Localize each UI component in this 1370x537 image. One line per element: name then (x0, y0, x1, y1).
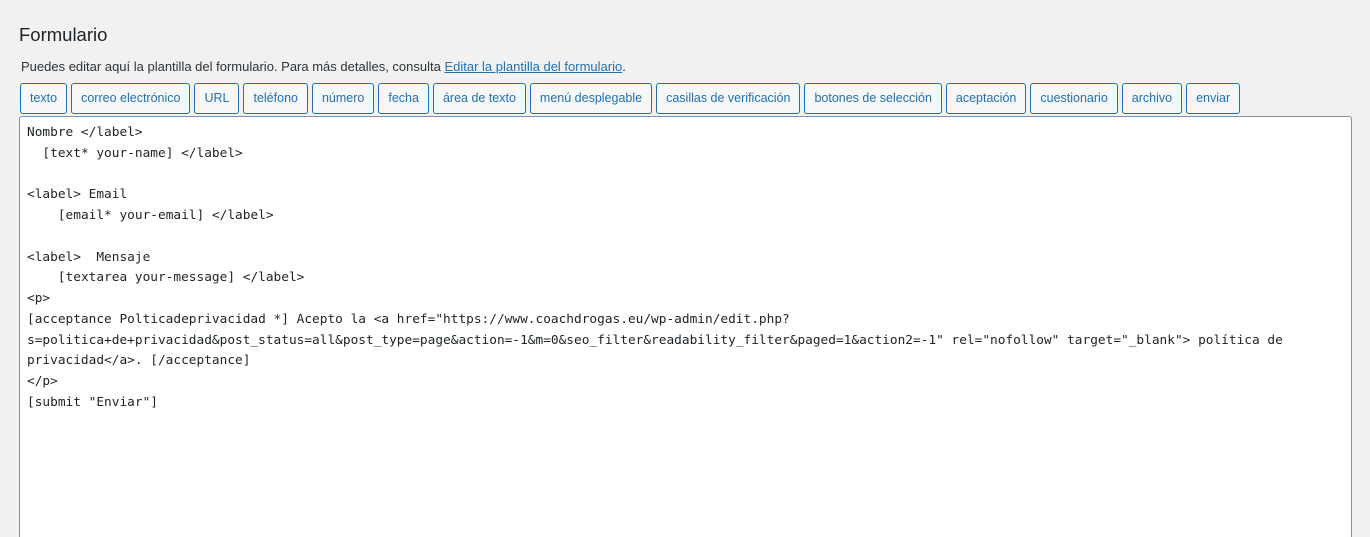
tag-button-date[interactable]: fecha (378, 83, 429, 114)
tag-button-checkboxes[interactable]: casillas de verificación (656, 83, 801, 114)
tag-button-email[interactable]: correo electrónico (71, 83, 191, 114)
description-suffix: . (622, 59, 626, 74)
description-text: Puedes editar aquí la plantilla del form… (21, 59, 445, 74)
tag-button-quiz[interactable]: cuestionario (1030, 83, 1118, 114)
tag-button-textarea[interactable]: área de texto (432, 83, 526, 114)
tag-generator-toolbar: texto correo electrónico URL teléfono nú… (20, 83, 1241, 114)
form-template-panel: Formulario Puedes editar aquí la plantil… (0, 0, 1370, 537)
tag-button-dropdown[interactable]: menú desplegable (529, 83, 653, 114)
panel-title: Formulario (19, 24, 108, 45)
tag-button-radio[interactable]: botones de selección (804, 83, 942, 114)
tag-button-tel[interactable]: teléfono (243, 83, 308, 114)
tag-button-url[interactable]: URL (194, 83, 240, 114)
tag-button-acceptance[interactable]: aceptación (945, 83, 1027, 114)
form-template-editor[interactable]: Nombre </label> [text* your-name] </labe… (19, 116, 1352, 537)
tag-button-file[interactable]: archivo (1121, 83, 1183, 114)
edit-template-link[interactable]: Editar la plantilla del formulario (444, 59, 622, 74)
tag-button-submit[interactable]: enviar (1186, 83, 1241, 114)
tag-button-number[interactable]: número (311, 83, 375, 114)
tag-button-text[interactable]: texto (20, 83, 68, 114)
panel-description: Puedes editar aquí la plantilla del form… (21, 58, 626, 76)
